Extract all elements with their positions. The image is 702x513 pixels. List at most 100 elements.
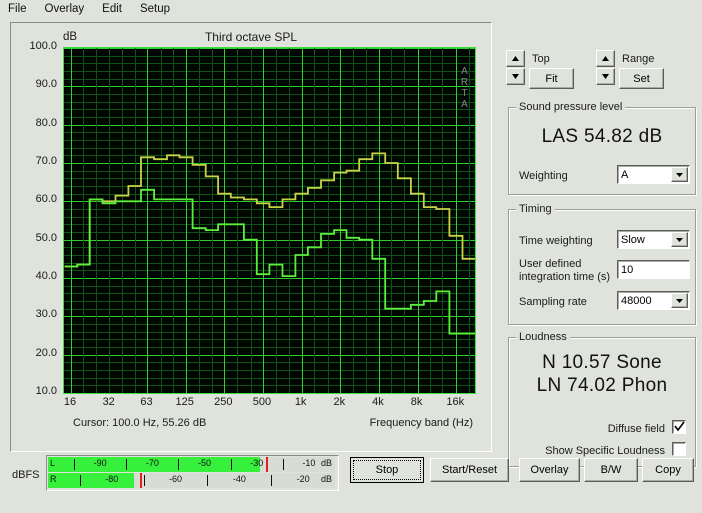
diffuse-field-checkbox[interactable] [672, 420, 686, 434]
y-axis-unit-label: dB [63, 31, 77, 43]
meter-tick-label: -60 [169, 474, 182, 484]
integration-time-input[interactable]: 10 [617, 260, 690, 279]
level-meter-left-channel: L [50, 458, 55, 468]
range-spinner[interactable] [596, 50, 615, 85]
stop-button[interactable]: Stop [350, 457, 424, 483]
integration-time-label-line2: integration time (s) [519, 271, 610, 283]
chart-svg [64, 48, 475, 393]
meter-tick [74, 459, 75, 470]
y-tick-label: 100.0 [11, 40, 57, 52]
meter-tick [231, 459, 232, 470]
meter-tick [80, 475, 81, 486]
top-spinner-down[interactable] [506, 68, 525, 85]
level-meter-right-fill [48, 473, 134, 488]
bw-button[interactable]: B/W [584, 458, 638, 482]
arta-letter-r: R [458, 77, 471, 88]
weighting-select[interactable]: A [617, 165, 690, 184]
set-button[interactable]: Set [619, 68, 664, 89]
meter-tick-label: -10 [302, 458, 315, 468]
meter-tick [271, 475, 272, 486]
dbfs-label: dBFS [12, 469, 40, 481]
x-tick-label: 500 [253, 396, 271, 408]
x-axis-label: Frequency band (Hz) [370, 417, 473, 429]
arta-watermark: A R T A [458, 66, 471, 110]
loudness-group-label: Loudness [516, 331, 570, 343]
check-icon [674, 421, 685, 432]
y-tick-label: 80.0 [11, 117, 57, 129]
copy-button[interactable]: Copy [642, 458, 694, 482]
x-tick-label: 16k [446, 396, 464, 408]
meter-tick [126, 459, 127, 470]
graph-column: Third octave SPL dB A R T A 100.0 90.0 80.… [0, 17, 500, 447]
weighting-label: Weighting [519, 170, 568, 182]
meter-tick-label: -20 [297, 474, 310, 484]
sampling-rate-select[interactable]: 48000 [617, 291, 690, 310]
menu-item-overlay[interactable]: Overlay [43, 2, 87, 16]
x-tick-label: 2k [333, 396, 345, 408]
time-weighting-label: Time weighting [519, 235, 593, 247]
meter-tick-label: -40 [233, 474, 246, 484]
sampling-rate-value: 48000 [621, 295, 652, 307]
meter-tick [178, 459, 179, 470]
x-tick-label: 32 [103, 396, 115, 408]
y-tick-label: 60.0 [11, 193, 57, 205]
bottom-bar: dBFS L dB -90-70-50-30-10 R dB -80-60-40… [0, 447, 702, 513]
sampling-rate-label: Sampling rate [519, 296, 587, 308]
level-meter-right-channel: R [50, 474, 57, 484]
arta-letter-a1: A [458, 66, 471, 77]
meter-peak-indicator [266, 457, 268, 472]
x-tick-label: 8k [411, 396, 423, 408]
level-meter-left: L dB -90-70-50-30-10 [48, 457, 335, 472]
meter-tick [144, 475, 145, 486]
meter-tick-label: -50 [198, 458, 211, 468]
y-tick-label: 30.0 [11, 308, 57, 320]
spl-chart-plot[interactable]: A R T A [63, 47, 476, 394]
range-label: Range [622, 53, 654, 65]
spl-value: LAS 54.82 dB [509, 126, 695, 148]
meter-tick-label: -80 [105, 474, 118, 484]
graph-panel: Third octave SPL dB A R T A 100.0 90.0 80.… [10, 22, 492, 452]
x-tick-label: 125 [175, 396, 193, 408]
time-weighting-chevron-down-icon[interactable] [671, 232, 688, 247]
loudness-sone-value: N 10.57 Sone [509, 352, 695, 374]
menu-item-setup[interactable]: Setup [138, 2, 172, 16]
start-reset-button[interactable]: Start/Reset [430, 458, 509, 482]
top-spinner[interactable] [506, 50, 525, 85]
meter-peak-indicator [140, 473, 142, 488]
y-tick-label: 70.0 [11, 155, 57, 167]
weighting-value: A [621, 169, 628, 181]
y-tick-label: 50.0 [11, 232, 57, 244]
timing-group: Timing Time weighting Slow User defined … [508, 209, 696, 325]
menu-item-edit[interactable]: Edit [100, 2, 124, 16]
fit-button[interactable]: Fit [529, 68, 574, 89]
integration-time-label-line1: User defined [519, 258, 581, 270]
time-weighting-select[interactable]: Slow [617, 230, 690, 249]
y-tick-label: 90.0 [11, 78, 57, 90]
sound-pressure-level-group: Sound pressure level LAS 54.82 dB Weight… [508, 107, 696, 195]
y-tick-label: 20.0 [11, 347, 57, 359]
overlay-button[interactable]: Overlay [519, 458, 580, 482]
level-meters: L dB -90-70-50-30-10 R dB -80-60-40-20 [46, 455, 339, 491]
sampling-rate-chevron-down-icon[interactable] [671, 293, 688, 308]
meter-tick-label: -30 [250, 458, 263, 468]
level-meter-right: R dB -80 -60 -40 -20 [48, 473, 335, 488]
range-spinner-down[interactable] [596, 68, 615, 85]
arta-letter-a2: A [458, 99, 471, 110]
chart-title: Third octave SPL [11, 30, 491, 44]
top-spinner-up[interactable] [506, 50, 525, 67]
x-tick-label: 63 [140, 396, 152, 408]
x-tick-label: 16 [64, 396, 76, 408]
level-meter-right-unit: dB [321, 474, 332, 484]
menu-bar: File Overlay Edit Setup [0, 0, 702, 17]
time-weighting-value: Slow [621, 234, 645, 246]
loudness-phon-value: LN 74.02 Phon [509, 375, 695, 397]
weighting-chevron-down-icon[interactable] [671, 167, 688, 182]
range-spinner-up[interactable] [596, 50, 615, 67]
y-tick-label: 10.0 [11, 385, 57, 397]
meter-tick [207, 475, 208, 486]
y-tick-label: 40.0 [11, 270, 57, 282]
main-content: Third octave SPL dB A R T A 100.0 90.0 80.… [0, 17, 702, 447]
menu-item-file[interactable]: File [6, 2, 29, 16]
spl-group-label: Sound pressure level [516, 101, 625, 113]
x-tick-label: 1k [295, 396, 307, 408]
